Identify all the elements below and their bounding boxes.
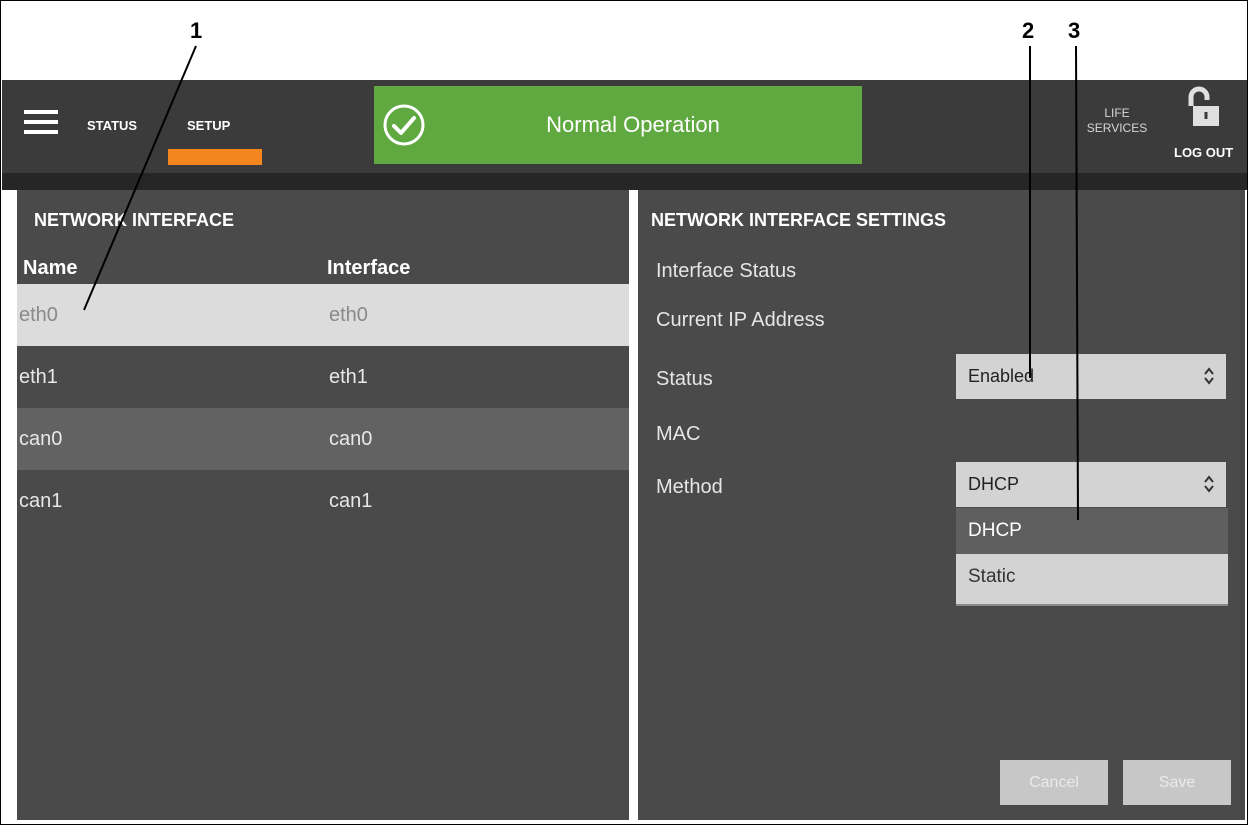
settings-title: NETWORK INTERFACE SETTINGS (651, 210, 947, 230)
select-arrows-icon (1204, 475, 1214, 493)
mac-label: MAC (656, 423, 701, 445)
status-banner: Normal Operation (374, 86, 862, 164)
active-tab-indicator (168, 149, 262, 165)
screenshot-frame: STATUS SETUP Normal Operation LIFE SERVI… (0, 0, 1248, 825)
row-interface: eth1 (329, 366, 368, 388)
callout-2: 2 (1022, 18, 1035, 43)
lock-open-icon[interactable] (1187, 86, 1219, 126)
row-interface: can0 (329, 428, 373, 450)
column-header-interface: Interface (327, 257, 411, 279)
method-select[interactable]: DHCP (956, 462, 1226, 507)
dropdown-option-dhcp[interactable]: DHCP (956, 508, 1228, 554)
header-divider (2, 173, 1247, 190)
option-label: Static (968, 566, 1016, 587)
row-name: can1 (19, 490, 63, 512)
row-interface: eth0 (329, 304, 368, 326)
status-select[interactable]: Enabled (956, 354, 1226, 399)
table-row-eth1[interactable]: eth1 eth1 (17, 346, 629, 408)
table-row-can1[interactable]: can1 can1 (17, 470, 629, 532)
interface-status-label: Interface Status (656, 260, 797, 282)
method-select-value: DHCP (968, 474, 1020, 494)
option-label: DHCP (968, 520, 1022, 541)
status-label: Status (656, 368, 713, 390)
top-bar: STATUS SETUP Normal Operation LIFE SERVI… (2, 80, 1247, 173)
method-label: Method (656, 476, 723, 498)
column-header-name: Name (23, 257, 78, 279)
life-services-button[interactable]: LIFE SERVICES (1072, 106, 1162, 136)
tab-setup[interactable]: SETUP (187, 118, 230, 133)
table-row-can0[interactable]: can0 can0 (17, 408, 629, 470)
tab-status[interactable]: STATUS (87, 118, 137, 133)
status-select-value: Enabled (968, 366, 1035, 386)
life-services-line1: LIFE (1104, 106, 1130, 120)
callout-1: 1 (190, 18, 203, 43)
life-services-line2: SERVICES (1086, 121, 1148, 135)
logout-button[interactable]: LOG OUT (1174, 145, 1233, 160)
cancel-button[interactable]: Cancel (1000, 760, 1108, 805)
current-ip-label: Current IP Address (656, 309, 825, 331)
table-row-eth0[interactable]: eth0 eth0 (17, 284, 629, 346)
network-settings-panel: NETWORK INTERFACE SETTINGS Interface Sta… (638, 190, 1245, 820)
hamburger-menu-icon[interactable] (24, 110, 58, 134)
row-name: eth1 (19, 366, 58, 388)
row-name: eth0 (19, 304, 58, 326)
dropdown-option-static[interactable]: Static (956, 554, 1228, 600)
save-button[interactable]: Save (1123, 760, 1231, 805)
row-interface: can1 (329, 490, 373, 512)
method-dropdown-list: DHCP Static (956, 508, 1228, 606)
network-interface-title: NETWORK INTERFACE (34, 210, 234, 230)
network-interface-panel: NETWORK INTERFACE Name Interface eth0 et… (17, 190, 629, 820)
callout-3: 3 (1068, 18, 1081, 43)
select-arrows-icon (1204, 367, 1214, 385)
row-name: can0 (19, 428, 63, 450)
banner-text: Normal Operation (546, 112, 720, 137)
